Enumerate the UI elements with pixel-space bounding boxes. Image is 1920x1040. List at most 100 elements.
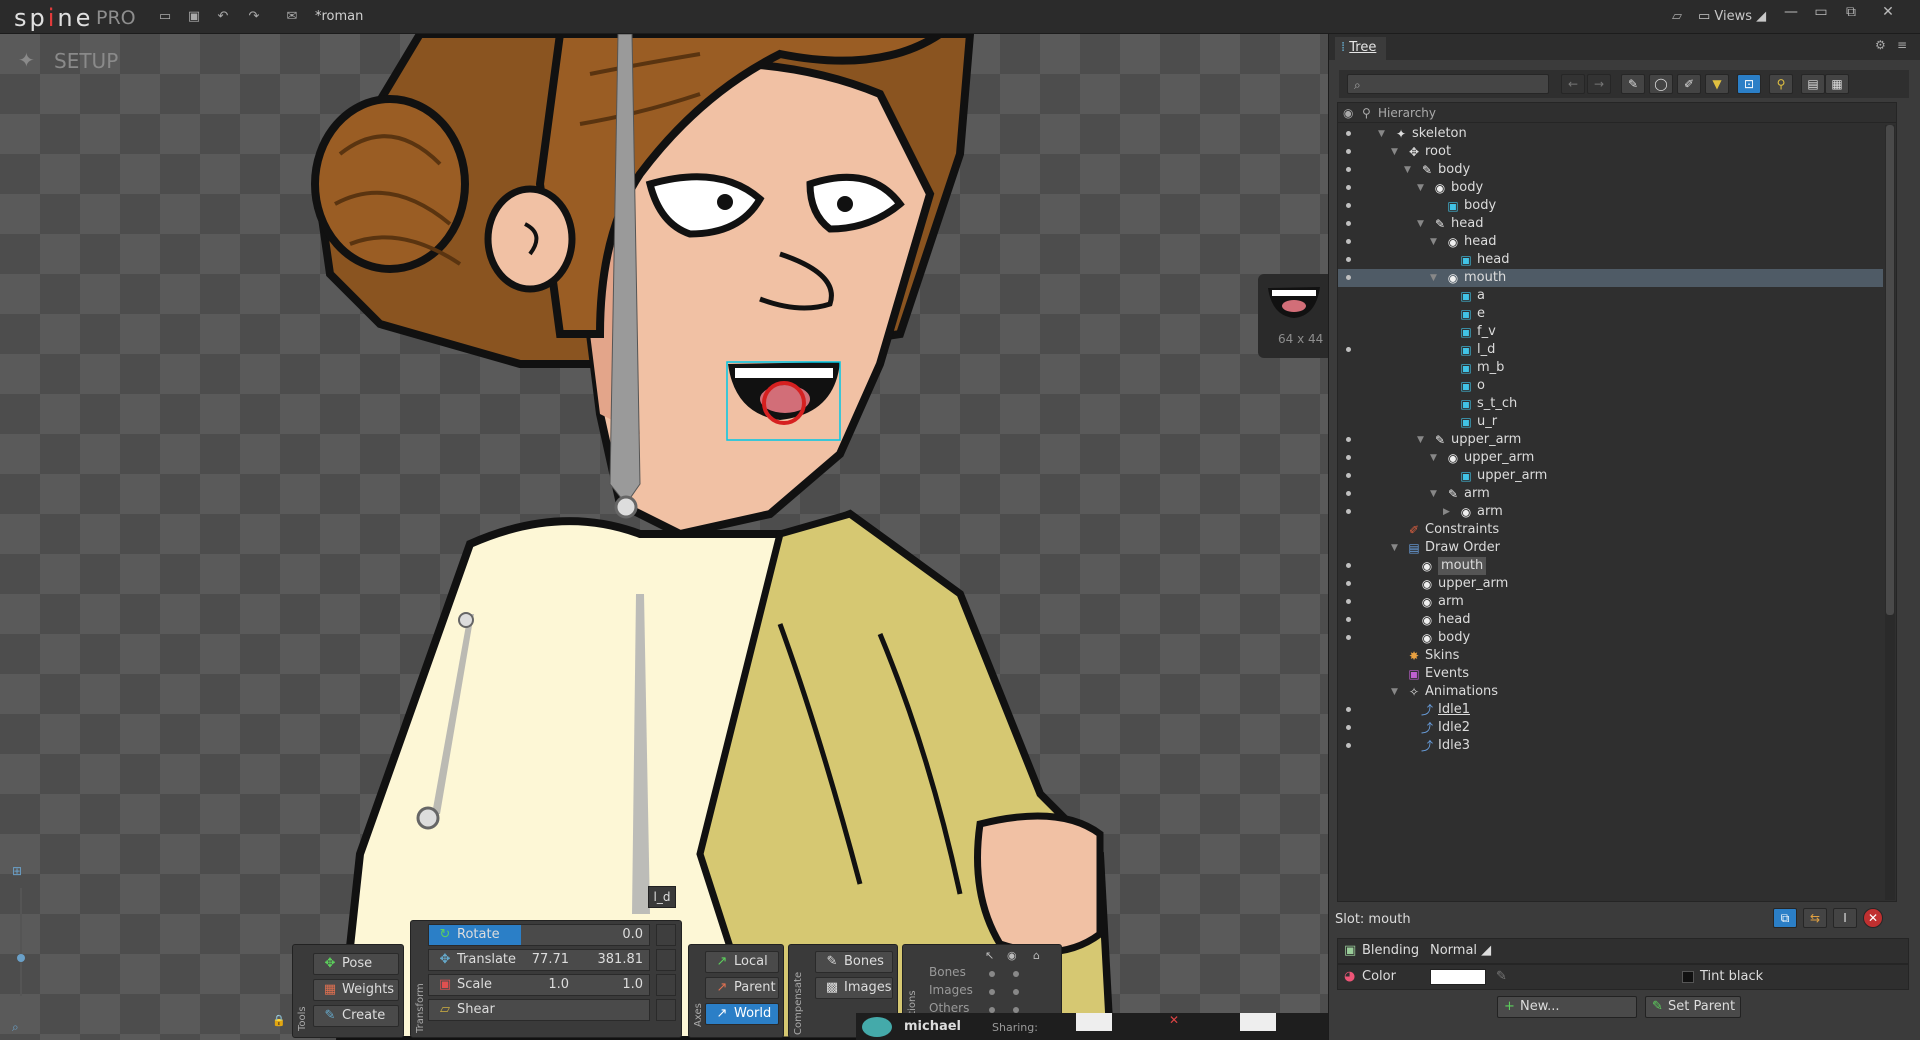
local-axes-button[interactable]: ↗ Local [705, 951, 779, 973]
set-parent-button[interactable]: ✎ Set Parent [1645, 996, 1741, 1018]
tree-row[interactable]: ▣ e [1338, 305, 1883, 323]
minimize-icon[interactable]: — [1778, 2, 1804, 22]
visibility-dot[interactable] [1346, 131, 1351, 136]
weights-button[interactable]: ▦ Weights [313, 979, 399, 1001]
color-swatch[interactable] [1430, 969, 1486, 985]
bones-select-toggle[interactable] [989, 971, 995, 977]
filter-slots-icon[interactable]: ◯ [1649, 74, 1673, 94]
tree-row[interactable]: ▣ u_r [1338, 413, 1883, 431]
tree-row[interactable]: ▼ ◉ upper_arm [1338, 449, 1883, 467]
visibility-dot[interactable] [1346, 635, 1351, 640]
rename-icon[interactable]: I [1833, 908, 1857, 928]
tree-row[interactable]: ▼ ◉ head [1338, 233, 1883, 251]
tree-row[interactable]: ▼ ✎ body [1338, 161, 1883, 179]
tree-row[interactable]: ▼ ◉ body [1338, 179, 1883, 197]
close-icon[interactable]: ✕ [1875, 2, 1901, 22]
expand-arrow-icon[interactable]: ▼ [1417, 179, 1427, 197]
screen-share-button[interactable] [1240, 1013, 1276, 1031]
mode-indicator[interactable]: ✦ SETUP [18, 48, 118, 73]
expand-arrow-icon[interactable]: ▼ [1391, 683, 1401, 701]
label-column-icon[interactable]: ⌂ [1033, 949, 1040, 962]
new-attachment-button[interactable]: + New... [1497, 996, 1637, 1018]
visibility-dot[interactable] [1346, 509, 1351, 514]
visibility-dot[interactable] [1346, 581, 1351, 586]
tree-scrollbar[interactable] [1885, 125, 1895, 900]
expand-arrow-icon[interactable]: ▼ [1378, 125, 1388, 143]
panel-menu-icon[interactable]: ≡ [1897, 38, 1907, 52]
tree-search-input[interactable]: ⌕ [1347, 74, 1549, 94]
tree-row[interactable]: ▣ m_b [1338, 359, 1883, 377]
zoom-slider-handle[interactable] [17, 954, 25, 962]
visibility-dot[interactable] [1346, 275, 1351, 280]
expand-arrow-icon[interactable]: ▼ [1417, 431, 1427, 449]
tree-row[interactable]: ▣ f_v [1338, 323, 1883, 341]
expand-arrow-icon[interactable]: ▼ [1430, 233, 1440, 251]
visibility-dot[interactable] [1346, 167, 1351, 172]
tree-row[interactable]: ▼ ◉ mouth [1338, 269, 1883, 287]
scale-key-button[interactable] [656, 974, 676, 996]
images-select-toggle[interactable] [989, 989, 995, 995]
expand-arrow-icon[interactable]: ▼ [1430, 485, 1440, 503]
filter-bones-icon[interactable]: ✎ [1621, 74, 1645, 94]
tree-row[interactable]: ▣ upper_arm [1338, 467, 1883, 485]
visibility-dot[interactable] [1346, 725, 1351, 730]
tree-row[interactable]: ▣ a [1338, 287, 1883, 305]
tree-row[interactable]: ▣ o [1338, 377, 1883, 395]
bones-visible-toggle[interactable] [1013, 971, 1019, 977]
translate-y-value[interactable]: 381.81 [598, 950, 644, 970]
translate-x-value[interactable]: 77.71 [532, 950, 569, 970]
visibility-dot[interactable] [1346, 455, 1351, 460]
visibility-dot[interactable] [1346, 437, 1351, 442]
visibility-dot[interactable] [1346, 617, 1351, 622]
layout-icon[interactable]: ▱ [1668, 8, 1686, 26]
tree-scrollbar-thumb[interactable] [1886, 125, 1894, 615]
tree-row[interactable]: ▶ ◉ arm [1338, 503, 1883, 521]
tree-row[interactable]: ▣ l_d [1338, 341, 1883, 359]
visibility-dot[interactable] [1346, 743, 1351, 748]
tree-row[interactable]: ▼ ▤ Draw Order [1338, 539, 1883, 557]
export-icon[interactable]: ✉ [283, 8, 301, 26]
tree-row[interactable]: ▼ ✎ head [1338, 215, 1883, 233]
tree-row[interactable]: ▣ body [1338, 197, 1883, 215]
visibility-dot[interactable] [1346, 473, 1351, 478]
visibility-dot[interactable] [1346, 185, 1351, 190]
visibility-dot[interactable] [1346, 707, 1351, 712]
tree-row[interactable]: ⤴ Idle3 [1338, 737, 1883, 755]
collapse-all-icon[interactable]: ▤ [1801, 74, 1825, 94]
delete-icon[interactable]: ✕ [1863, 908, 1883, 928]
tree-row[interactable]: ⤴ Idle2 [1338, 719, 1883, 737]
expand-arrow-icon[interactable]: ▼ [1417, 215, 1427, 233]
tree-row[interactable]: ◉ body [1338, 629, 1883, 647]
expand-arrow-icon[interactable]: ▼ [1404, 161, 1414, 179]
tree-row[interactable]: ✐ Constraints [1338, 521, 1883, 539]
visibility-column-icon[interactable]: ◉ [1007, 949, 1017, 962]
scale-row[interactable]: ▣ Scale 1.0 1.0 [428, 974, 650, 996]
tree-row[interactable]: ◉ mouth [1338, 557, 1883, 575]
restore-icon[interactable]: ▭ [1808, 2, 1834, 22]
expand-arrow-icon[interactable]: ▼ [1430, 269, 1440, 287]
shear-key-button[interactable] [656, 999, 676, 1021]
compensate-bones-button[interactable]: ✎ Bones [815, 951, 893, 973]
views-menu[interactable]: ▭ Views ◢ [1698, 9, 1766, 24]
shear-row[interactable]: ▱ Shear [428, 999, 650, 1021]
tree-row[interactable]: ▣ Events [1338, 665, 1883, 683]
tint-black-swatch[interactable] [1682, 971, 1694, 983]
back-icon[interactable]: ← [1561, 74, 1585, 94]
scale-x-value[interactable]: 1.0 [548, 975, 569, 995]
parent-axes-button[interactable]: ↗ Parent [705, 977, 779, 999]
world-axes-button[interactable]: ↗ World [705, 1003, 779, 1025]
visibility-dot[interactable] [1346, 221, 1351, 226]
rotate-key-button[interactable] [656, 924, 676, 946]
create-button[interactable]: ✎ Create [313, 1005, 399, 1027]
visibility-header-icon[interactable]: ◉ [1343, 103, 1353, 123]
tree-row[interactable]: ▣ s_t_ch [1338, 395, 1883, 413]
duplicate-icon[interactable]: ⧉ [1773, 908, 1797, 928]
visibility-dot[interactable] [1346, 491, 1351, 496]
visibility-dot[interactable] [1346, 257, 1351, 262]
visibility-dot[interactable] [1346, 239, 1351, 244]
tree-row[interactable]: ▣ head [1338, 251, 1883, 269]
rotate-value[interactable]: 0.0 [622, 925, 643, 945]
copy-icon[interactable]: ⇆ [1803, 908, 1827, 928]
zoom-icon[interactable]: ⌕ [12, 1020, 19, 1035]
tree-row[interactable]: ▼ ✎ arm [1338, 485, 1883, 503]
